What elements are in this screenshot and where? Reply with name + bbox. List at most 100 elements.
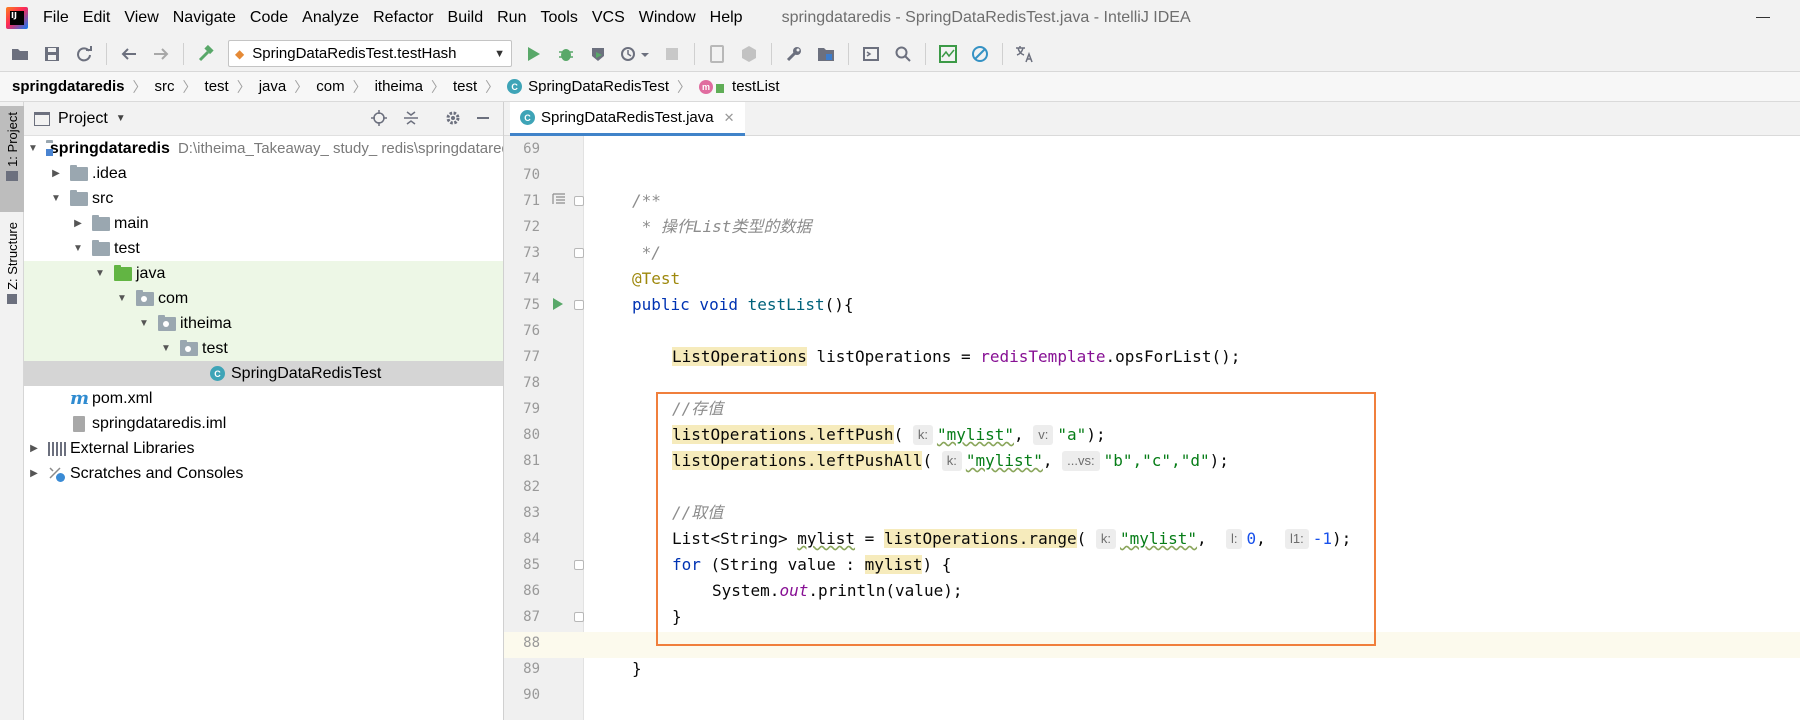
collapse-arrow-icon[interactable]: ▶ [50,168,62,179]
toolbar-separator [771,42,772,65]
menu-edit[interactable]: Edit [76,9,118,27]
build-hammer-icon[interactable] [194,42,218,66]
breadcrumb-item[interactable]: test [453,78,477,95]
tree-item-test[interactable]: ▼ test [24,236,503,261]
run-test-gutter-icon[interactable] [552,297,564,314]
structure-icon [7,293,17,304]
run-configuration-selector[interactable]: ◆ SpringDataRedisTest.testHash ▼ [228,40,512,67]
tree-item-com[interactable]: ▼ com [24,286,503,311]
tree-item-java[interactable]: ▼ java [24,261,503,286]
menu-vcs[interactable]: VCS [585,9,632,27]
menu-navigate[interactable]: Navigate [166,9,243,27]
breadcrumb-item[interactable]: m testList [699,78,780,95]
tree-item-external-libraries[interactable]: ▶ External Libraries [24,436,503,461]
folder-icon [70,189,88,206]
menu-code[interactable]: Code [243,9,295,27]
project-structure-icon[interactable] [814,42,838,66]
breadcrumb-item[interactable]: com [316,78,344,95]
profile-icon[interactable] [618,42,652,66]
tree-item-iml[interactable]: springdataredis.iml [24,411,503,436]
breadcrumb-item[interactable]: src [155,78,175,95]
forward-arrow-icon[interactable] [149,42,173,66]
menu-help[interactable]: Help [703,9,750,27]
expand-arrow-icon[interactable]: ▼ [50,193,62,204]
menu-analyze[interactable]: Analyze [295,9,366,27]
menu-view[interactable]: View [117,9,165,27]
fold-marker-icon[interactable] [574,248,584,258]
expand-arrow-icon[interactable]: ▼ [160,343,172,354]
breadcrumb-item[interactable]: C SpringDataRedisTest [507,78,669,95]
menu-refactor[interactable]: Refactor [366,9,440,27]
sync-icon[interactable] [72,42,96,66]
line-number: 78 [523,375,540,391]
line-number: 86 [523,583,540,599]
hide-panel-icon[interactable] [474,110,492,128]
breadcrumb-item[interactable]: itheima [375,78,423,95]
fold-marker-icon[interactable] [574,196,584,206]
tree-item-springdataredis[interactable]: ▼ springdataredis D:\itheima_Takeaway_ s… [24,136,503,161]
editor-tab-springdataredistest[interactable]: C SpringDataRedisTest.java ✕ [510,102,745,136]
menu-build[interactable]: Build [441,9,491,27]
device-disabled-icon[interactable] [737,42,761,66]
fold-marker-icon[interactable] [574,300,584,310]
stop-icon[interactable] [660,42,684,66]
tree-item-itheima[interactable]: ▼ itheima [24,311,503,336]
collapse-arrow-icon[interactable]: ▶ [72,218,84,229]
tree-item-idea[interactable]: ▶ .idea [24,161,503,186]
expand-arrow-icon[interactable]: ▼ [94,268,106,279]
back-arrow-icon[interactable] [117,42,141,66]
statistic-icon[interactable] [936,42,960,66]
menu-window[interactable]: Window [632,9,703,27]
menu-tools[interactable]: Tools [533,9,584,27]
coverage-icon[interactable] [586,42,610,66]
collapse-all-icon[interactable] [402,110,420,128]
doc-comment-marker-icon[interactable] [552,193,566,208]
tree-item-pom-xml[interactable]: m pom.xml [24,386,503,411]
collapse-arrow-icon[interactable]: ▶ [28,468,40,479]
test-config-icon: ◆ [235,46,245,61]
fold-marker-icon[interactable] [574,560,584,570]
open-folder-icon[interactable] [8,42,32,66]
chevron-right-icon: 〉 [430,78,445,95]
gear-icon[interactable] [444,110,462,128]
expand-arrow-icon[interactable]: ▼ [72,243,84,254]
intellij-logo-icon[interactable]: IJ [6,7,28,29]
menu-file[interactable]: File [36,9,76,27]
tree-item-springdataredistest[interactable]: C SpringDataRedisTest [24,361,503,386]
breadcrumb-item[interactable]: java [259,78,287,95]
search-icon[interactable] [891,42,915,66]
code-editor[interactable]: /** * 操作List类型的数据 */ @Test public void t… [584,136,1800,720]
minimize-window-button[interactable] [1754,8,1772,26]
tree-item-test-package[interactable]: ▼ test [24,336,503,361]
chevron-down-icon[interactable]: ▼ [116,113,126,124]
terminal-icon[interactable] [859,42,883,66]
collapse-arrow-icon[interactable]: ▶ [28,443,40,454]
breadcrumb-label: test [452,78,478,95]
run-icon[interactable] [522,42,546,66]
translate-icon[interactable] [1013,42,1037,66]
structure-tool-tab[interactable]: Z: Structure [0,216,24,316]
project-tool-tab[interactable]: 1: Project [0,106,24,212]
fold-marker-icon[interactable] [574,612,584,622]
breadcrumb-item[interactable]: test [205,78,229,95]
expand-arrow-icon[interactable]: ▼ [28,143,38,154]
disable-icon[interactable] [968,42,992,66]
tree-item-label: SpringDataRedisTest [231,364,382,382]
tree-item-src[interactable]: ▼ src [24,186,503,211]
locate-file-icon[interactable] [370,110,388,128]
menu-run[interactable]: Run [490,9,533,27]
chevron-right-icon: 〉 [132,78,147,95]
debug-icon[interactable] [554,42,578,66]
chevron-right-icon: 〉 [294,78,309,95]
tree-item-main[interactable]: ▶ main [24,211,503,236]
wrench-icon[interactable] [782,42,806,66]
project-panel-title[interactable]: Project [58,110,108,128]
save-all-icon[interactable] [40,42,64,66]
tree-item-scratches[interactable]: ▶ Scratches and Consoles [24,461,503,486]
expand-arrow-icon[interactable]: ▼ [116,293,128,304]
expand-arrow-icon[interactable]: ▼ [138,318,150,329]
close-icon[interactable]: ✕ [724,110,735,126]
breadcrumb-item[interactable]: springdataredis [12,78,125,95]
device-icon[interactable] [705,42,729,66]
folder-icon [92,214,110,231]
